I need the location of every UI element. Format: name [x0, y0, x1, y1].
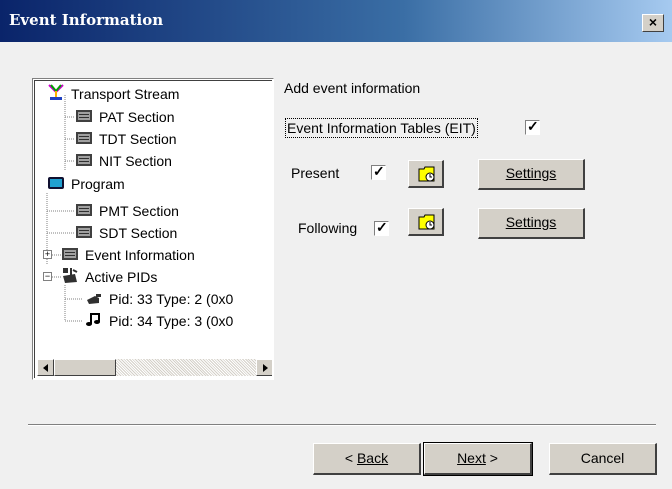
present-label: Present [291, 165, 340, 181]
settings-label: Settings [505, 165, 557, 181]
video-icon [85, 289, 103, 311]
eit-label: Event Information Tables (EIT) [285, 118, 478, 138]
section-icon [75, 107, 93, 129]
section-icon [75, 201, 93, 223]
tree-item-pid-34[interactable]: Pid: 34 Type: 3 (0x0 [85, 310, 233, 332]
tree-item-transport-stream[interactable]: Transport Stream [47, 83, 179, 105]
tree-item-label: TDT Section [99, 131, 177, 147]
tree-horizontal-scrollbar[interactable] [37, 359, 272, 376]
present-checkbox[interactable]: ✓ [371, 163, 386, 180]
cancel-label: Cancel [580, 450, 625, 466]
tree-item-active-pids[interactable]: Active PIDs [61, 266, 157, 288]
tree-item-event-information[interactable]: Event Information [61, 244, 195, 266]
collapse-active-pids[interactable]: − [43, 272, 52, 281]
close-button[interactable]: × [642, 14, 664, 32]
tree-item-label: Transport Stream [71, 86, 180, 102]
window-title: Event Information [9, 11, 164, 29]
title-bar: Event Information × [0, 0, 672, 42]
tree-item-sdt-section[interactable]: SDT Section [75, 222, 177, 244]
section-icon [75, 223, 93, 245]
close-icon: × [648, 14, 658, 30]
present-settings-button[interactable]: Settings [478, 159, 585, 190]
next-button[interactable]: Next > [423, 442, 533, 476]
section-heading: Add event information [284, 80, 421, 96]
tree-item-program[interactable]: Program [47, 173, 125, 195]
tree-item-label: Event Information [85, 247, 195, 263]
scroll-right-button[interactable] [256, 359, 272, 376]
program-icon [47, 174, 65, 196]
eit-checkbox[interactable]: ✓ [525, 118, 540, 135]
back-label: Back [356, 450, 389, 466]
checkmark-icon: ✓ [373, 163, 385, 179]
tree-item-nit-section[interactable]: NIT Section [75, 150, 172, 172]
folder-clock-icon [418, 213, 436, 234]
following-checkbox[interactable]: ✓ [374, 219, 389, 236]
section-icon [61, 245, 79, 267]
tree-view[interactable]: + − Transport Stream PAT Section TDT Sec… [32, 78, 274, 380]
tree-item-tdt-section[interactable]: TDT Section [75, 128, 177, 150]
chevron-right-icon [263, 364, 268, 372]
tree-item-pat-section[interactable]: PAT Section [75, 106, 174, 128]
following-schedule-button[interactable] [408, 208, 444, 236]
chevron-left-icon [43, 364, 48, 372]
audio-icon [85, 311, 103, 333]
following-settings-button[interactable]: Settings [478, 208, 585, 239]
section-icon [75, 151, 93, 173]
back-button[interactable]: < Back [313, 443, 421, 475]
cancel-button[interactable]: Cancel [549, 443, 657, 475]
tree-item-label: PAT Section [99, 109, 175, 125]
section-icon [75, 129, 93, 151]
tree-item-label: PMT Section [99, 203, 179, 219]
checkmark-icon: ✓ [376, 219, 388, 235]
scroll-left-button[interactable] [37, 359, 54, 376]
present-schedule-button[interactable] [408, 160, 444, 188]
tree-item-label: Program [71, 176, 125, 192]
tree-item-label: Active PIDs [85, 269, 158, 285]
tree-item-label: Pid: 34 Type: 3 (0x0 [109, 313, 234, 329]
tree-item-pid-33[interactable]: Pid: 33 Type: 2 (0x0 [85, 288, 233, 310]
tree-item-pmt-section[interactable]: PMT Section [75, 200, 179, 222]
next-label: Next [457, 450, 486, 466]
footer-separator [28, 424, 656, 426]
checkmark-icon: ✓ [527, 118, 539, 134]
back-prefix: < [344, 450, 357, 466]
folder-clock-icon [418, 165, 436, 186]
next-suffix: > [485, 450, 498, 466]
settings-label: Settings [505, 214, 557, 230]
tree-item-label: NIT Section [99, 153, 172, 169]
scroll-track[interactable] [116, 359, 256, 376]
expand-event-information[interactable]: + [43, 250, 52, 259]
following-label: Following [298, 220, 358, 236]
tree-item-label: SDT Section [99, 225, 178, 241]
tree-item-label: Pid: 33 Type: 2 (0x0 [109, 291, 234, 307]
transport-stream-icon [47, 83, 65, 107]
scroll-thumb[interactable] [54, 359, 116, 376]
pids-icon [61, 266, 79, 290]
